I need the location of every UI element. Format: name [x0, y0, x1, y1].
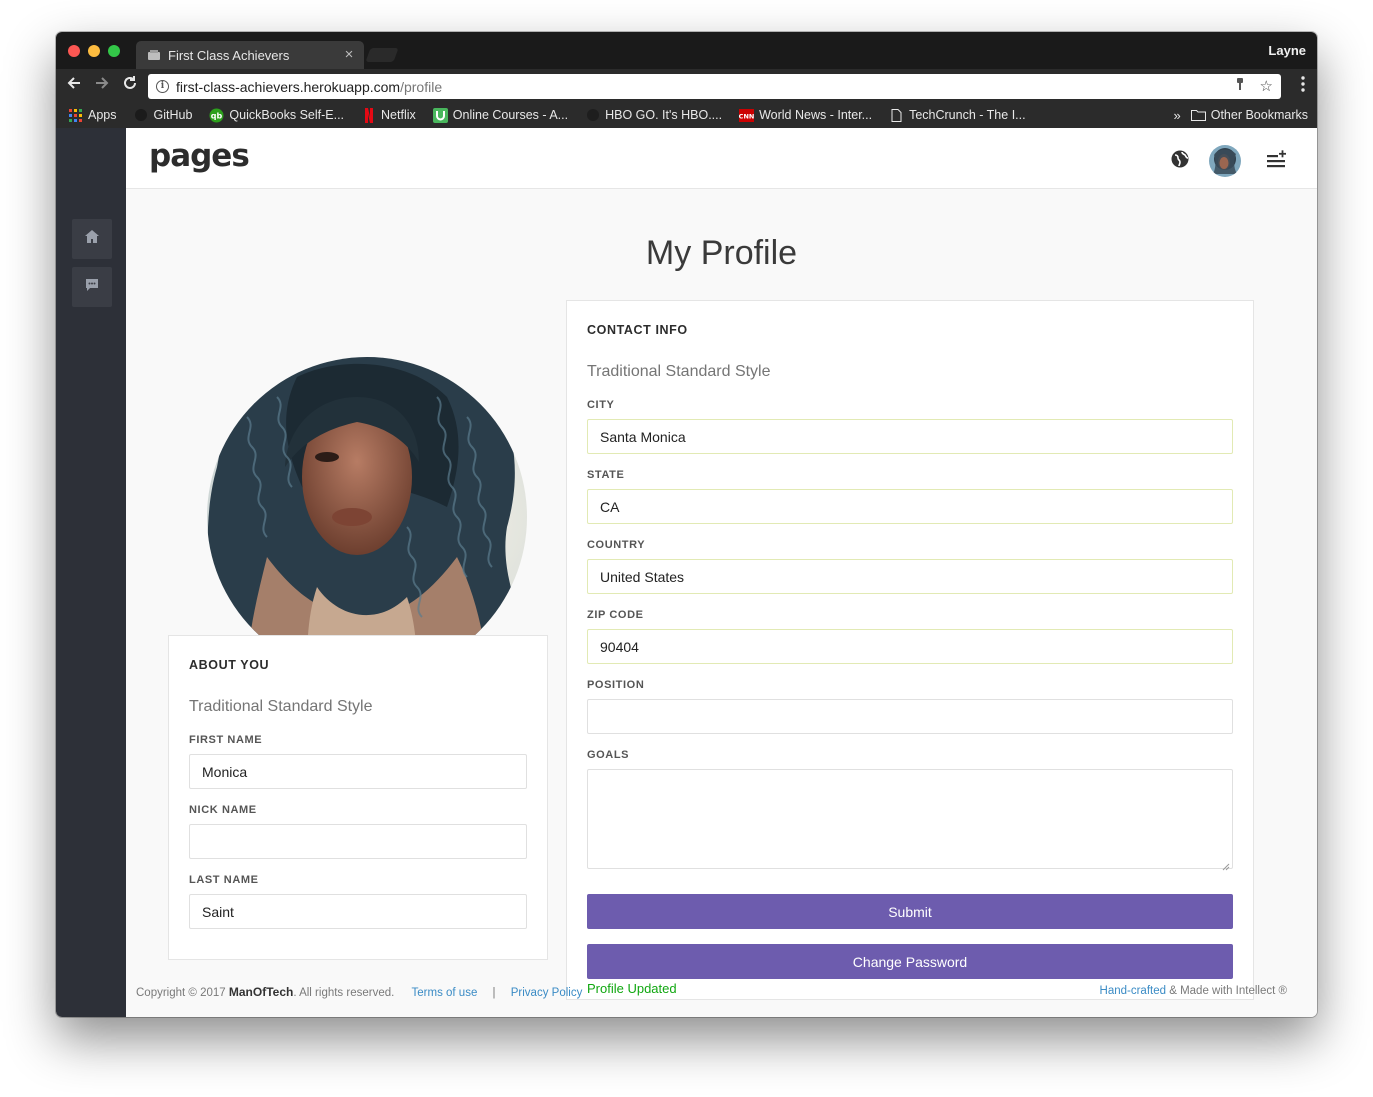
- terms-link[interactable]: Terms of use: [412, 987, 478, 999]
- browser-window: First Class Achievers × Layne i first-cl…: [56, 32, 1317, 1017]
- back-arrow-icon[interactable]: [64, 75, 84, 95]
- bookmark-apps[interactable]: Apps: [68, 108, 117, 123]
- new-tab-button[interactable]: [365, 48, 399, 62]
- more-bookmarks-icon[interactable]: »: [1174, 108, 1181, 123]
- forward-arrow-icon[interactable]: [92, 75, 112, 95]
- close-window-button[interactable]: [68, 45, 80, 57]
- bookmark-udemy[interactable]: Online Courses - A...: [432, 107, 568, 123]
- goals-label: GOALS: [587, 749, 630, 761]
- sidebar: [56, 128, 126, 1017]
- page-footer: Copyright © 2017 ManOfTech. All rights r…: [136, 985, 1287, 999]
- privacy-link[interactable]: Privacy Policy: [511, 987, 583, 999]
- address-bar[interactable]: i first-class-achievers.herokuapp.com/pr…: [148, 74, 1281, 99]
- browser-tab[interactable]: First Class Achievers ×: [136, 41, 364, 69]
- bookmarks-bar: Apps GitHub qb QuickBooks Self-E... Netf…: [56, 102, 1317, 128]
- bookmark-techcrunch[interactable]: TechCrunch - The I...: [889, 108, 1026, 123]
- site-favicon-icon: [146, 47, 162, 63]
- about-card-subtitle: Traditional Standard Style: [189, 698, 373, 715]
- svg-text:qb: qb: [211, 111, 223, 120]
- add-list-icon[interactable]: [1267, 150, 1287, 173]
- about-card-title: ABOUT YOU: [189, 658, 270, 672]
- country-label: COUNTRY: [587, 539, 646, 551]
- browser-menu-icon[interactable]: [1301, 76, 1305, 92]
- profile-photo: [207, 357, 527, 677]
- svg-text:CNN: CNN: [739, 112, 754, 120]
- minimize-window-button[interactable]: [88, 45, 100, 57]
- submit-button[interactable]: Submit: [587, 894, 1233, 929]
- bookmark-cnn[interactable]: CNN World News - Inter...: [739, 108, 872, 123]
- page-title: My Profile: [645, 234, 798, 272]
- maximize-window-button[interactable]: [108, 45, 120, 57]
- city-field[interactable]: Santa Monica: [587, 419, 1233, 454]
- sidebar-messages-button[interactable]: [72, 267, 112, 307]
- country-field[interactable]: United States: [587, 559, 1233, 594]
- nick-name-field[interactable]: [189, 824, 527, 859]
- copyright-text: Copyright © 2017: [136, 987, 226, 999]
- folder-icon: [1190, 108, 1206, 123]
- position-label: POSITION: [587, 679, 645, 691]
- github-icon: [134, 108, 149, 123]
- last-name-label: LAST NAME: [189, 874, 259, 886]
- tab-title: First Class Achievers: [168, 47, 290, 63]
- goals-textarea[interactable]: [587, 769, 1233, 871]
- contact-card-title: CONTACT INFO: [587, 323, 688, 337]
- user-avatar[interactable]: [1209, 145, 1241, 177]
- site-info-icon[interactable]: i: [156, 80, 169, 93]
- globe-icon[interactable]: [1171, 150, 1189, 173]
- other-bookmarks[interactable]: Other Bookmarks: [1211, 108, 1308, 122]
- resize-grip-icon[interactable]: [1222, 858, 1230, 871]
- about-you-card: ABOUT YOU Traditional Standard Style FIR…: [168, 635, 548, 960]
- bookmark-github[interactable]: GitHub: [134, 108, 192, 123]
- netflix-icon: [361, 107, 376, 123]
- reload-icon[interactable]: [120, 75, 140, 95]
- bookmark-netflix[interactable]: Netflix: [361, 107, 416, 123]
- hbo-icon: [585, 108, 600, 123]
- state-label: STATE: [587, 469, 625, 481]
- hand-crafted-link[interactable]: Hand-crafted: [1100, 985, 1166, 997]
- key-icon[interactable]: [1234, 77, 1246, 95]
- cnn-icon: CNN: [739, 108, 755, 123]
- city-label: CITY: [587, 399, 615, 411]
- bookmark-quickbooks[interactable]: qb QuickBooks Self-E...: [209, 108, 344, 123]
- zip-code-label: ZIP CODE: [587, 609, 644, 621]
- bookmark-hbo[interactable]: HBO GO. It's HBO....: [585, 108, 722, 123]
- browser-profile-name[interactable]: Layne: [1268, 43, 1306, 58]
- page-icon: [889, 108, 904, 123]
- contact-info-card: CONTACT INFO Traditional Standard Style …: [566, 300, 1254, 1000]
- url-text: first-class-achievers.herokuapp.com/prof…: [176, 78, 443, 95]
- first-name-field[interactable]: Monica: [189, 754, 527, 789]
- nick-name-label: NICK NAME: [189, 804, 257, 816]
- home-icon: [85, 230, 99, 248]
- brand-name: ManOfTech: [228, 985, 294, 999]
- zip-code-field[interactable]: 90404: [587, 629, 1233, 664]
- contact-card-subtitle: Traditional Standard Style: [587, 363, 771, 380]
- first-name-label: FIRST NAME: [189, 734, 263, 746]
- page-content: pages My Profile ABOUT YOU Traditional S…: [56, 128, 1317, 1017]
- udemy-icon: [432, 107, 448, 123]
- apps-grid-icon: [68, 108, 83, 123]
- chat-icon: [85, 278, 99, 297]
- tab-close-icon[interactable]: ×: [342, 47, 356, 62]
- position-field[interactable]: [587, 699, 1233, 734]
- state-field[interactable]: CA: [587, 489, 1233, 524]
- app-logo[interactable]: pages: [149, 138, 250, 174]
- browser-toolbar: i first-class-achievers.herokuapp.com/pr…: [56, 69, 1317, 102]
- browser-titlebar: First Class Achievers × Layne: [56, 32, 1317, 69]
- sidebar-home-button[interactable]: [72, 219, 112, 259]
- app-header: pages: [126, 128, 1317, 189]
- footer-separator: |: [492, 987, 496, 999]
- bookmark-star-icon[interactable]: ☆: [1260, 77, 1273, 95]
- change-password-button[interactable]: Change Password: [587, 944, 1233, 979]
- rights-text: . All rights reserved.: [293, 987, 395, 999]
- quickbooks-icon: qb: [209, 108, 224, 123]
- last-name-field[interactable]: Saint: [189, 894, 527, 929]
- footer-credits: Hand-crafted & Made with Intellect ®: [1099, 985, 1287, 997]
